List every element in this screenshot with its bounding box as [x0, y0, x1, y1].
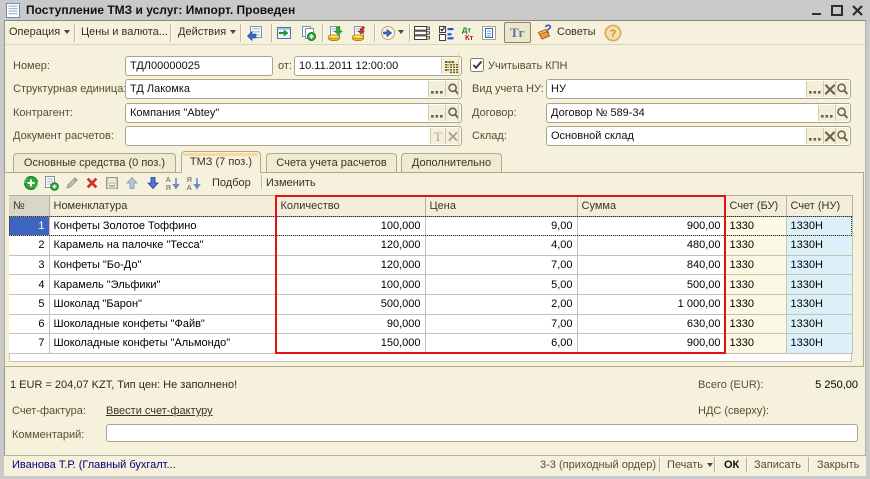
svg-text:?: ? [545, 23, 552, 36]
svg-text:А: А [187, 183, 193, 191]
svg-text:?: ? [610, 28, 617, 40]
svg-text:Я: Я [166, 183, 171, 191]
svg-text:Кт: Кт [465, 33, 474, 41]
